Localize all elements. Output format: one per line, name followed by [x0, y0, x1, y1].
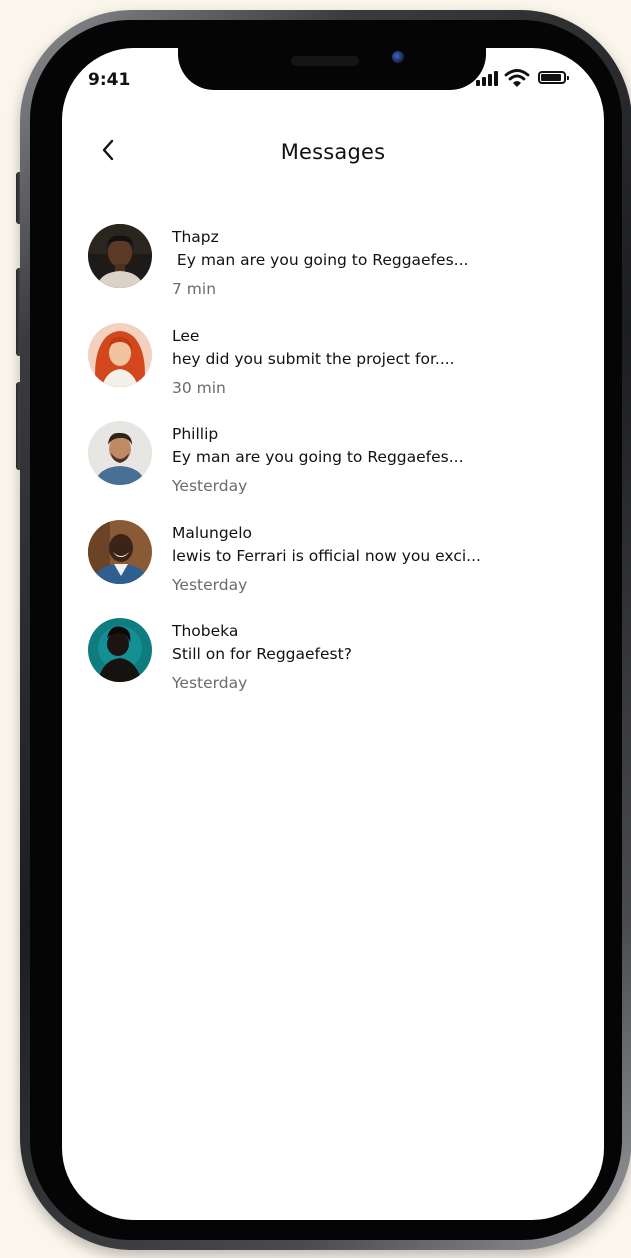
signal-icon	[476, 70, 500, 86]
app-screen: 9:41 Messages Thapz Ey man are you going…	[62, 48, 604, 1220]
message-preview: hey did you submit the project for....	[172, 349, 455, 368]
message-preview: lewis to Ferrari is official now you exc…	[172, 546, 481, 565]
contact-name: Thapz	[172, 228, 219, 246]
message-time: Yesterday	[172, 674, 248, 692]
message-time: 7 min	[172, 280, 217, 298]
message-time: Yesterday	[172, 477, 248, 495]
message-preview: Ey man are you going to Reggaefes...	[172, 251, 469, 269]
contact-name: Phillip	[172, 425, 219, 443]
message-time: 30 min	[172, 378, 226, 397]
conversation-item[interactable]: Thobeka Still on for Reggaefest? Yesterd…	[88, 618, 588, 717]
contact-name: Malungelo	[172, 523, 252, 542]
speaker-grille	[291, 56, 359, 66]
avatar	[88, 519, 152, 584]
conversation-list: Thapz Ey man are you going to Reggaefes.…	[88, 224, 588, 717]
notch	[178, 48, 486, 90]
message-preview: Still on for Reggaefest?	[172, 645, 352, 663]
conversation-item[interactable]: Lee hey did you submit the project for..…	[88, 322, 588, 422]
conversation-item[interactable]: Phillip Ey man are you going to Reggaefe…	[88, 421, 588, 520]
avatar	[88, 224, 152, 288]
battery-icon	[538, 71, 569, 84]
wifi-icon	[504, 69, 530, 87]
avatar	[88, 618, 152, 682]
status-time: 9:41	[88, 70, 131, 90]
contact-name: Thobeka	[172, 622, 239, 640]
conversation-item[interactable]: Thapz Ey man are you going to Reggaefes.…	[88, 224, 588, 323]
phone-mockup: 9:41 Messages Thapz Ey man are you going…	[0, 0, 631, 1258]
contact-name: Lee	[172, 326, 200, 345]
conversation-item[interactable]: Malungelo lewis to Ferrari is official n…	[88, 519, 588, 619]
message-preview: Ey man are you going to Reggaefes...	[172, 448, 464, 466]
page-title: Messages	[280, 140, 386, 164]
avatar	[88, 421, 152, 485]
avatar	[88, 322, 152, 387]
message-time: Yesterday	[172, 575, 248, 594]
front-camera	[392, 51, 404, 63]
